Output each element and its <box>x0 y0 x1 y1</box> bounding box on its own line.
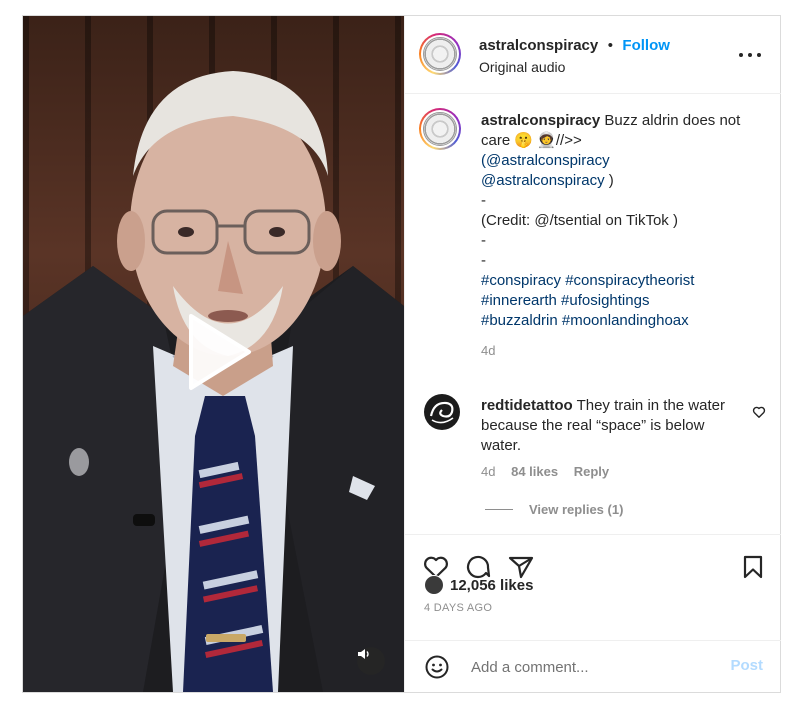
commenter-username[interactable]: redtidetattoo <box>481 397 573 414</box>
post-side-panel: astralconspiracy • Follow Original audio… <box>404 16 781 692</box>
caption-author-avatar[interactable] <box>419 108 461 150</box>
comment-meta: 4d 84 likes Reply <box>481 464 609 479</box>
likes-count[interactable]: 12,056 likes <box>450 577 533 594</box>
emoji-icon[interactable] <box>425 655 449 684</box>
comments-area[interactable]: astralconspiracy Buzz aldrin does not ca… <box>405 94 781 534</box>
likes-summary[interactable]: 12,056 likes <box>424 575 533 595</box>
audio-label[interactable]: Original audio <box>479 59 565 75</box>
more-options-icon[interactable] <box>739 50 763 60</box>
video-player[interactable] <box>23 16 404 692</box>
mention-link[interactable]: (@astralconspiracy <box>481 152 610 169</box>
action-bar: 12,056 likes 4 DAYS AGO <box>405 534 781 635</box>
hashtag-links[interactable]: #conspiracy #conspiracytheorist <box>481 272 694 289</box>
seal-logo-icon <box>423 112 457 146</box>
hashtag-links[interactable]: #innerearth #ufosightings <box>481 292 649 309</box>
post-timestamp[interactable]: 4 DAYS AGO <box>424 602 492 614</box>
separator-dot: • <box>607 37 613 54</box>
reply-button[interactable]: Reply <box>574 464 609 479</box>
save-bookmark-icon[interactable] <box>742 555 764 584</box>
post-dialog: astralconspiracy • Follow Original audio… <box>22 15 781 693</box>
comment-age[interactable]: 4d <box>481 464 495 479</box>
author-avatar[interactable] <box>419 33 461 75</box>
commenter-avatar[interactable] <box>424 394 460 430</box>
caption-text: ) <box>604 172 614 189</box>
comment-like-icon[interactable] <box>752 405 766 419</box>
comment-input[interactable] <box>469 653 713 681</box>
audio-toggle-button[interactable] <box>357 647 385 675</box>
caption-username[interactable]: astralconspiracy <box>481 112 600 129</box>
view-replies-button[interactable]: View replies (1) <box>481 502 623 517</box>
caption-credit: (Credit: @/tsential on TikTok ) <box>481 212 678 229</box>
seal-logo-icon <box>423 37 457 71</box>
play-button[interactable] <box>183 312 253 392</box>
divider <box>485 509 513 510</box>
follow-button[interactable]: Follow <box>622 37 670 54</box>
post-comment-button[interactable]: Post <box>730 657 763 674</box>
caption-age[interactable]: 4d <box>481 341 495 361</box>
comment-likes[interactable]: 84 likes <box>511 464 558 479</box>
caption-dash: - <box>481 232 486 249</box>
author-username[interactable]: astralconspiracy <box>479 37 598 54</box>
speaker-icon <box>358 649 369 659</box>
caption: astralconspiracy Buzz aldrin does not ca… <box>481 111 743 361</box>
play-icon <box>189 314 251 390</box>
mention-link[interactable]: @astralconspiracy <box>481 172 605 189</box>
wave-logo-icon <box>425 395 459 429</box>
view-replies-label: View replies (1) <box>529 502 624 517</box>
liker-avatar <box>424 575 444 595</box>
hashtag-links[interactable]: #buzzaldrin #moonlandinghoax <box>481 312 689 329</box>
caption-dash: - <box>481 192 486 209</box>
post-header: astralconspiracy • Follow Original audio <box>405 16 781 94</box>
caption-dash: - <box>481 252 486 269</box>
comment-composer: Post <box>405 640 781 693</box>
comment: redtidetattoo They train in the water be… <box>481 396 731 456</box>
